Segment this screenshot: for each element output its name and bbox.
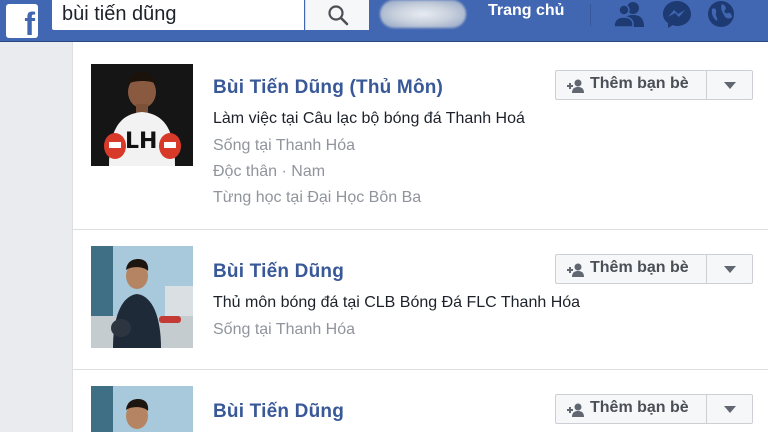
- result-workplace: Làm việc tại Câu lạc bộ bóng đá Thanh Ho…: [213, 110, 525, 127]
- profile-shortcut-avatar[interactable]: [380, 0, 466, 28]
- profile-photo[interactable]: [91, 386, 193, 432]
- chevron-down-icon: [724, 266, 736, 273]
- more-options-button[interactable]: [706, 70, 753, 100]
- search-input[interactable]: bùi tiến dũng: [52, 0, 304, 30]
- result-location: Sống tại Thanh Hóa: [213, 321, 356, 338]
- chevron-down-icon: [724, 82, 736, 89]
- top-navigation-bar: f bùi tiến dũng Trang chủ: [0, 0, 768, 42]
- result-location: Sống tại Thanh Hóa: [213, 137, 356, 154]
- add-friend-button[interactable]: Thêm bạn bè: [555, 70, 707, 100]
- result-card: Bùi Tiến Dũng Thêm bạn bè: [73, 370, 768, 432]
- profile-photo-image: [91, 386, 193, 432]
- result-relationship: Độc thân · Nam: [213, 163, 326, 180]
- add-friend-icon: [567, 263, 584, 277]
- add-friend-button[interactable]: Thêm bạn bè: [555, 254, 707, 284]
- search-results-panel: LH Bùi Tiến Dũng (Thủ Môn) Làm việc tại …: [72, 42, 768, 432]
- messenger-icon[interactable]: [662, 0, 692, 28]
- profile-photo-image: [91, 246, 193, 348]
- add-friend-label: Thêm bạn bè: [590, 259, 689, 276]
- add-friend-icon: [567, 403, 584, 417]
- nav-divider: [590, 4, 591, 26]
- add-friend-label: Thêm bạn bè: [590, 75, 689, 92]
- result-workplace: Thủ môn bóng đá tại CLB Bóng Đá FLC Than…: [213, 294, 581, 311]
- add-friend-icon: [567, 79, 584, 93]
- result-education: Từng học tại Đại Học Bôn Ba: [213, 189, 422, 206]
- chevron-down-icon: [724, 406, 736, 413]
- friends-icon[interactable]: [612, 0, 646, 28]
- result-card: LH Bùi Tiến Dũng (Thủ Môn) Làm việc tại …: [73, 42, 768, 230]
- result-card: Bùi Tiến Dũng Thủ môn bóng đá tại CLB Bó…: [73, 230, 768, 370]
- svg-text:LH: LH: [125, 129, 157, 154]
- profile-photo[interactable]: LH: [91, 64, 193, 166]
- search-icon: [328, 5, 349, 26]
- add-friend-button[interactable]: Thêm bạn bè: [555, 394, 707, 424]
- result-name[interactable]: Bùi Tiến Dũng (Thủ Môn): [213, 77, 443, 99]
- search-query-text: bùi tiến dũng: [62, 3, 177, 25]
- globe-icon[interactable]: [706, 0, 736, 28]
- more-options-button[interactable]: [706, 254, 753, 284]
- home-link[interactable]: Trang chủ: [488, 2, 564, 20]
- search-button[interactable]: [305, 0, 369, 30]
- more-options-button[interactable]: [706, 394, 753, 424]
- add-friend-label: Thêm bạn bè: [590, 399, 689, 416]
- facebook-logo-letter: f: [24, 6, 35, 42]
- facebook-logo-icon[interactable]: f: [6, 4, 38, 42]
- profile-photo-image: LH: [91, 64, 193, 166]
- profile-photo[interactable]: [91, 246, 193, 348]
- result-name[interactable]: Bùi Tiến Dũng: [213, 261, 344, 283]
- result-name[interactable]: Bùi Tiến Dũng: [213, 401, 344, 423]
